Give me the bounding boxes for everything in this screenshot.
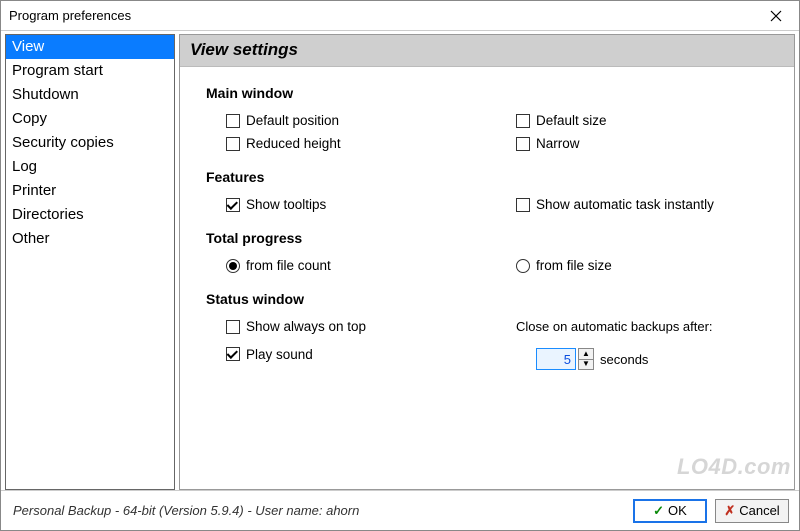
cancel-label: Cancel [739, 503, 779, 518]
sidebar-item-copy[interactable]: Copy [6, 107, 174, 131]
checkbox-icon [516, 137, 530, 151]
preferences-window: Program preferences View Program start S… [0, 0, 800, 531]
checkbox-label: Show always on top [246, 319, 366, 334]
checkbox-label: Default position [246, 113, 339, 128]
dialog-footer: Personal Backup - 64-bit (Version 5.9.4)… [1, 490, 799, 530]
checkbox-label: Reduced height [246, 136, 341, 151]
radio-label: from file count [246, 258, 331, 273]
checkbox-label: Narrow [536, 136, 580, 151]
sidebar-item-printer[interactable]: Printer [6, 179, 174, 203]
checkbox-show-auto-task[interactable]: Show automatic task instantly [516, 197, 714, 212]
group-status-window-title: Status window [206, 291, 774, 307]
radio-from-file-count[interactable]: from file count [226, 258, 331, 273]
radio-icon [516, 259, 530, 273]
checkbox-label: Play sound [246, 347, 313, 362]
panel-body: Main window Default position Default siz… [180, 67, 794, 489]
sidebar-item-view[interactable]: View [6, 35, 174, 59]
checkbox-show-tooltips[interactable]: Show tooltips [226, 197, 326, 212]
cross-icon: ✗ [724, 503, 735, 519]
checkbox-label: Default size [536, 113, 607, 128]
sidebar-item-program-start[interactable]: Program start [6, 59, 174, 83]
settings-panel: View settings Main window Default positi… [179, 34, 795, 490]
ok-button[interactable]: ✓ OK [633, 499, 707, 523]
checkbox-icon [226, 198, 240, 212]
checkbox-icon [226, 114, 240, 128]
checkbox-default-position[interactable]: Default position [226, 113, 339, 128]
check-icon: ✓ [653, 503, 664, 519]
sidebar-item-directories[interactable]: Directories [6, 203, 174, 227]
sidebar-item-log[interactable]: Log [6, 155, 174, 179]
group-total-progress-title: Total progress [206, 230, 774, 246]
status-text: Personal Backup - 64-bit (Version 5.9.4)… [13, 503, 625, 518]
seconds-input[interactable] [536, 348, 576, 370]
window-title: Program preferences [9, 8, 131, 23]
checkbox-icon [226, 347, 240, 361]
radio-label: from file size [536, 258, 612, 273]
checkbox-icon [516, 114, 530, 128]
window-close-button[interactable] [759, 4, 793, 28]
radio-from-file-size[interactable]: from file size [516, 258, 612, 273]
checkbox-label: Show tooltips [246, 197, 326, 212]
checkbox-play-sound[interactable]: Play sound [226, 347, 313, 362]
dialog-body: View Program start Shutdown Copy Securit… [1, 31, 799, 490]
checkbox-icon [226, 137, 240, 151]
close-after-label: Close on automatic backups after: [516, 319, 713, 334]
checkbox-icon [516, 198, 530, 212]
titlebar: Program preferences [1, 1, 799, 31]
checkbox-narrow[interactable]: Narrow [516, 136, 580, 151]
panel-heading: View settings [180, 35, 794, 67]
radio-icon [226, 259, 240, 273]
ok-label: OK [668, 503, 687, 518]
checkbox-default-size[interactable]: Default size [516, 113, 607, 128]
spinner-up-button[interactable]: ▲ [578, 348, 594, 359]
cancel-button[interactable]: ✗ Cancel [715, 499, 789, 523]
sidebar-item-other[interactable]: Other [6, 227, 174, 251]
sidebar-item-security-copies[interactable]: Security copies [6, 131, 174, 155]
sidebar-item-shutdown[interactable]: Shutdown [6, 83, 174, 107]
checkbox-reduced-height[interactable]: Reduced height [226, 136, 341, 151]
seconds-unit-label: seconds [600, 352, 648, 367]
checkbox-icon [226, 320, 240, 334]
spinner-down-button[interactable]: ▼ [578, 359, 594, 371]
category-list[interactable]: View Program start Shutdown Copy Securit… [5, 34, 175, 490]
group-main-window-title: Main window [206, 85, 774, 101]
seconds-spinner[interactable]: ▲ ▼ [536, 348, 594, 370]
close-icon [770, 10, 782, 22]
checkbox-label: Show automatic task instantly [536, 197, 714, 212]
checkbox-always-on-top[interactable]: Show always on top [226, 319, 366, 334]
group-features-title: Features [206, 169, 774, 185]
